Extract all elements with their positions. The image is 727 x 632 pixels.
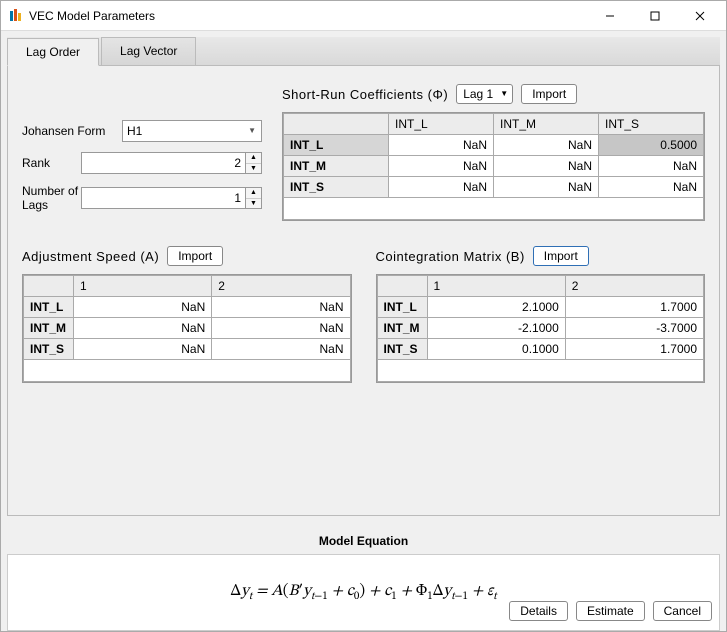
rank-label: Rank — [22, 156, 81, 170]
maximize-button[interactable] — [632, 1, 677, 30]
table-row: INT_L 2.1000 1.7000 — [377, 297, 704, 318]
table-corner — [284, 114, 389, 135]
cell[interactable]: NaN — [494, 177, 599, 198]
cell[interactable]: NaN — [599, 156, 704, 177]
num-lags-input[interactable] — [81, 187, 246, 209]
shortrun-title: Short-Run Coefficients (Φ) — [282, 87, 448, 102]
cell[interactable]: NaN — [212, 339, 350, 360]
num-lags-label: Number of Lags — [22, 184, 81, 212]
johansen-form-select[interactable]: H1 — [122, 120, 262, 142]
cell[interactable]: 1.7000 — [565, 297, 703, 318]
num-lags-spinner: ▲ ▼ — [246, 187, 262, 209]
lag-order-panel: Johansen Form H1 Rank ▲ — [7, 66, 720, 516]
cell[interactable]: NaN — [212, 297, 350, 318]
shortrun-import-button[interactable]: Import — [521, 84, 577, 104]
num-lags-down-button[interactable]: ▼ — [246, 199, 261, 209]
tab-label: Lag Order — [26, 45, 80, 59]
cell[interactable]: NaN — [74, 297, 212, 318]
details-button[interactable]: Details — [509, 601, 568, 621]
johansen-section: Johansen Form H1 Rank ▲ — [22, 84, 262, 222]
col-header[interactable]: 2 — [565, 276, 703, 297]
tab-lag-vector[interactable]: Lag Vector — [101, 37, 196, 65]
table-row: INT_S NaN NaN NaN — [284, 177, 704, 198]
col-header[interactable]: INT_S — [599, 114, 704, 135]
col-header[interactable]: INT_L — [389, 114, 494, 135]
model-equation: Δyt = A(B′yt−1 + c0) + c1 + Φ1Δyt−1 + εt — [230, 581, 496, 604]
table-row: INT_M NaN NaN — [24, 318, 351, 339]
col-header[interactable]: 1 — [74, 276, 212, 297]
equation-heading: Model Equation — [7, 528, 720, 554]
table-row: INT_M NaN NaN NaN — [284, 156, 704, 177]
window: VEC Model Parameters Lag Order Lag Vecto… — [0, 0, 727, 632]
titlebar: VEC Model Parameters — [1, 1, 726, 31]
close-button[interactable] — [677, 1, 722, 30]
table-row: INT_L NaN NaN 0.5000 — [284, 135, 704, 156]
tab-label: Lag Vector — [120, 44, 177, 58]
cell[interactable]: NaN — [74, 339, 212, 360]
row-header[interactable]: INT_M — [377, 318, 427, 339]
cancel-button[interactable]: Cancel — [653, 601, 712, 621]
adjustment-title: Adjustment Speed (A) — [22, 249, 159, 264]
cell[interactable]: NaN — [389, 135, 494, 156]
cell[interactable]: -3.7000 — [565, 318, 703, 339]
cell[interactable]: 0.5000 — [599, 135, 704, 156]
shortrun-section: Short-Run Coefficients (Φ) Lag 1 Import … — [282, 84, 705, 222]
window-controls — [587, 1, 722, 30]
cell[interactable]: 0.1000 — [427, 339, 565, 360]
col-header[interactable]: 2 — [212, 276, 350, 297]
cell[interactable]: NaN — [494, 156, 599, 177]
tab-bar: Lag Order Lag Vector — [7, 37, 720, 66]
cell[interactable]: NaN — [599, 177, 704, 198]
cointegration-table[interactable]: 1 2 INT_L 2.1000 1.7000 INT_M — [377, 275, 705, 382]
window-title: VEC Model Parameters — [29, 9, 587, 23]
table-row: INT_S 0.1000 1.7000 — [377, 339, 704, 360]
cell[interactable]: -2.1000 — [427, 318, 565, 339]
cell[interactable]: NaN — [212, 318, 350, 339]
row-header[interactable]: INT_S — [284, 177, 389, 198]
rank-spinner: ▲ ▼ — [246, 152, 262, 174]
estimate-button[interactable]: Estimate — [576, 601, 645, 621]
adjustment-table[interactable]: 1 2 INT_L NaN NaN INT_M — [23, 275, 351, 382]
row-header[interactable]: INT_S — [377, 339, 427, 360]
col-header[interactable]: 1 — [427, 276, 565, 297]
row-header[interactable]: INT_L — [284, 135, 389, 156]
table-row: INT_M -2.1000 -3.7000 — [377, 318, 704, 339]
app-logo-icon — [7, 8, 23, 24]
rank-up-button[interactable]: ▲ — [246, 153, 261, 164]
johansen-form-label: Johansen Form — [22, 124, 122, 138]
rank-down-button[interactable]: ▼ — [246, 164, 261, 174]
tab-lag-order[interactable]: Lag Order — [7, 38, 99, 66]
adjustment-import-button[interactable]: Import — [167, 246, 223, 266]
cell[interactable]: NaN — [74, 318, 212, 339]
lag-select[interactable]: Lag 1 — [456, 84, 513, 104]
cell[interactable]: NaN — [494, 135, 599, 156]
row-header[interactable]: INT_L — [377, 297, 427, 318]
table-row: INT_S NaN NaN — [24, 339, 351, 360]
num-lags-up-button[interactable]: ▲ — [246, 188, 261, 199]
cointegration-import-button[interactable]: Import — [533, 246, 589, 266]
cell[interactable]: 2.1000 — [427, 297, 565, 318]
rank-input[interactable] — [81, 152, 246, 174]
row-header[interactable]: INT_M — [24, 318, 74, 339]
row-header[interactable]: INT_M — [284, 156, 389, 177]
col-header[interactable]: INT_M — [494, 114, 599, 135]
table-row: INT_L NaN NaN — [24, 297, 351, 318]
cointegration-title: Cointegration Matrix (B) — [376, 249, 525, 264]
cell[interactable]: NaN — [389, 156, 494, 177]
minimize-button[interactable] — [587, 1, 632, 30]
client-area: Lag Order Lag Vector Johansen Form H1 — [1, 31, 726, 631]
cell[interactable]: NaN — [389, 177, 494, 198]
cell[interactable]: 1.7000 — [565, 339, 703, 360]
row-header[interactable]: INT_L — [24, 297, 74, 318]
shortrun-table[interactable]: INT_L INT_M INT_S INT_L NaN NaN 0.5000 — [283, 113, 704, 220]
cointegration-section: Cointegration Matrix (B) Import 1 2 — [376, 246, 706, 383]
footer-buttons: Details Estimate Cancel — [509, 601, 712, 621]
row-header[interactable]: INT_S — [24, 339, 74, 360]
adjustment-section: Adjustment Speed (A) Import 1 2 — [22, 246, 352, 383]
